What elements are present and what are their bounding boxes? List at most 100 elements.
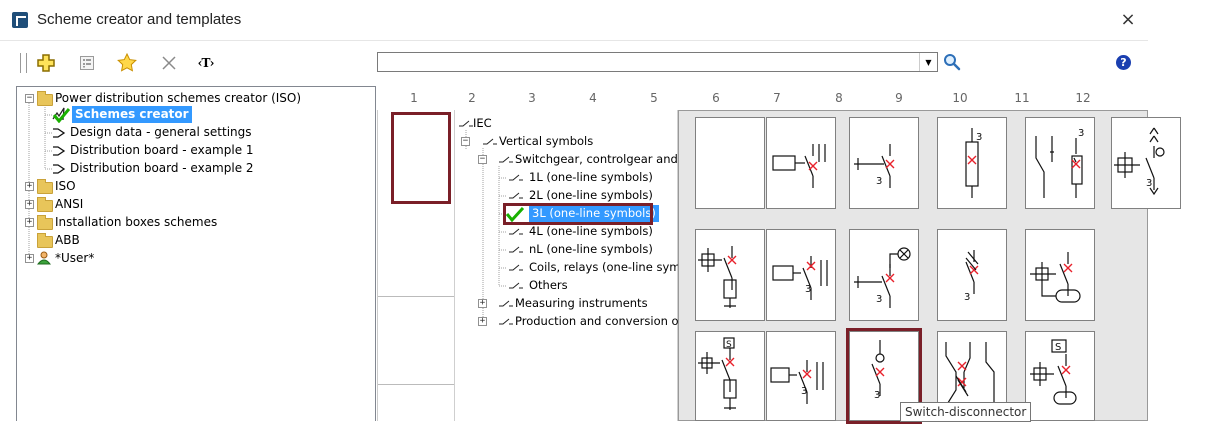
symbol-tree-item[interactable]: Others <box>529 277 568 294</box>
search-input[interactable] <box>378 53 926 71</box>
folder-icon <box>37 215 53 230</box>
tree-item-label[interactable]: Distribution board - example 2 <box>70 160 254 177</box>
symbol-cell-circuit-breaker[interactable]: 3 <box>849 117 919 209</box>
symbol-cell-fuse[interactable]: 3 <box>937 117 1007 209</box>
delete-button[interactable] <box>158 52 180 74</box>
scheme-tree[interactable]: − Power distribution schemes creator (ISO… <box>16 86 376 421</box>
column-number: 6 <box>712 91 720 105</box>
scheme-column-1[interactable] <box>377 110 455 421</box>
relay-contactor-symbol: 3 <box>770 360 824 404</box>
tree-expander[interactable]: + <box>25 182 34 191</box>
symbol-cell-motor-starter[interactable] <box>695 229 765 321</box>
symbol-tree-expander[interactable]: + <box>478 299 487 308</box>
symbol-tree-expander[interactable]: − <box>461 137 470 146</box>
column-number: 12 <box>1075 91 1091 105</box>
symbol-tree-item[interactable]: 2L (one-line symbols) <box>529 187 653 204</box>
symbol-palette[interactable]: 3333333S33S <box>678 110 1181 424</box>
symbol-cell-starter-combo[interactable]: S <box>695 331 765 421</box>
scheme-arrow-icon <box>53 128 66 138</box>
symbol-cell-fuse-switch[interactable]: 3 <box>1025 117 1095 209</box>
search-dropdown-button[interactable]: ▼ <box>919 53 937 71</box>
thermal-breaker-symbol: 3 <box>964 250 979 303</box>
symbol-cell-breaker-coil[interactable] <box>1025 229 1095 321</box>
symbol-tree-item[interactable]: 4L (one-line symbols) <box>529 223 653 240</box>
toolbar-grip[interactable] <box>20 53 27 73</box>
breaker-coil-symbol <box>1030 252 1081 303</box>
tree-expander[interactable]: − <box>25 94 34 103</box>
breaker-lamp-symbol: 3 <box>854 247 911 308</box>
symbol-tree-item[interactable]: Measuring instruments <box>515 295 648 312</box>
svg-text:3: 3 <box>1146 178 1152 189</box>
symbol-tree-expander[interactable]: + <box>478 317 487 326</box>
svg-text:3: 3 <box>805 284 811 295</box>
contact-cross-mark <box>967 155 977 165</box>
column-number: 10 <box>952 91 968 105</box>
switch-symbol-icon <box>509 174 523 181</box>
magnifier-icon <box>944 54 961 71</box>
motor-protection-breaker-symbol: 3 <box>1114 127 1165 196</box>
symbol-tree-item[interactable]: nL (one-line symbols) <box>529 241 653 258</box>
column-number: 3 <box>528 91 536 105</box>
symbol-cell-contactor-breaker[interactable]: 3 <box>766 229 836 321</box>
switch-symbol-icon <box>509 282 523 289</box>
symbol-cell-empty[interactable] <box>695 117 765 209</box>
switch-symbol-icon <box>483 138 497 145</box>
symbol-cell-motor-protection-breaker[interactable]: 3 <box>1111 117 1181 209</box>
favorite-button[interactable] <box>116 52 138 74</box>
column-header: 1 2 3 4 5 6 7 8 9 10 11 12 <box>377 86 1148 110</box>
tree-item-label[interactable]: ABB <box>55 232 80 249</box>
selected-slot-highlight[interactable] <box>391 112 451 204</box>
tree-expander[interactable]: + <box>25 254 34 263</box>
symbol-tree-item[interactable]: Production and conversion of <box>515 313 683 330</box>
row-divider <box>378 296 454 297</box>
symbol-tree-item[interactable]: Coils, relays (one-line sym <box>529 259 680 276</box>
empty-symbol <box>696 118 764 208</box>
svg-text:3: 3 <box>876 294 882 305</box>
tree-expander[interactable]: + <box>25 218 34 227</box>
symbol-tree-item[interactable]: Vertical symbols <box>499 133 593 150</box>
search-combobox[interactable]: ▼ <box>377 52 938 72</box>
symbol-cell-smart-breaker[interactable]: S <box>1025 331 1095 421</box>
help-icon[interactable]: ? <box>1116 55 1131 70</box>
tree-item-label[interactable]: Installation boxes schemes <box>55 214 217 231</box>
contact-cross-mark <box>1063 263 1073 273</box>
symbol-category-tree[interactable]: IEC − Vertical symbols − Switchgear, control… <box>455 110 689 421</box>
tree-item-label[interactable]: ISO <box>55 178 76 195</box>
close-button[interactable]: × <box>1117 9 1139 31</box>
symbol-tooltip: Switch-disconnector <box>900 402 1032 422</box>
add-button[interactable] <box>35 52 57 74</box>
switch-symbol-icon <box>509 192 523 199</box>
app-icon <box>12 12 28 28</box>
motor-starter-symbol <box>698 246 737 308</box>
tree-item-label[interactable]: *User* <box>55 250 94 267</box>
svg-text:S: S <box>726 340 732 350</box>
close-x-icon <box>162 56 176 70</box>
properties-button[interactable] <box>76 52 98 74</box>
tree-item-label[interactable]: Power distribution schemes creator (ISO) <box>55 90 301 107</box>
properties-icon <box>80 56 94 70</box>
contactor-breaker-symbol: 3 <box>772 256 828 300</box>
scheme-arrow-icon <box>53 146 66 156</box>
svg-text:3: 3 <box>964 292 970 303</box>
tree-item-label[interactable]: ANSI <box>55 196 83 213</box>
tree-item-label[interactable]: Design data - general settings <box>70 124 252 141</box>
symbol-cell-contactor-relay[interactable] <box>766 117 836 209</box>
symbol-cell-breaker-lamp[interactable]: 3 <box>849 229 919 321</box>
folder-icon <box>37 179 53 194</box>
svg-text:S: S <box>1055 342 1061 353</box>
text-tag-button[interactable]: ‹T› <box>195 52 217 74</box>
symbol-cell-thermal-breaker[interactable]: 3 <box>937 229 1007 321</box>
symbol-tree-item[interactable]: Switchgear, controlgear and p <box>515 151 689 168</box>
symbol-tree-expander[interactable]: − <box>478 155 487 164</box>
svg-text:3: 3 <box>801 386 807 397</box>
tree-item-label[interactable]: Schemes creator <box>72 106 192 123</box>
contact-cross-mark <box>885 159 895 169</box>
tree-expander[interactable]: + <box>25 200 34 209</box>
switch-symbol-icon <box>509 264 523 271</box>
tree-item-label[interactable]: Distribution board - example 1 <box>70 142 254 159</box>
symbol-tree-item[interactable]: 1L (one-line symbols) <box>529 169 653 186</box>
fuse-symbol: 3 <box>965 128 982 198</box>
symbol-cell-relay-contactor[interactable]: 3 <box>766 331 836 421</box>
symbol-tree-item[interactable]: IEC <box>473 115 492 132</box>
search-button[interactable] <box>943 53 961 71</box>
